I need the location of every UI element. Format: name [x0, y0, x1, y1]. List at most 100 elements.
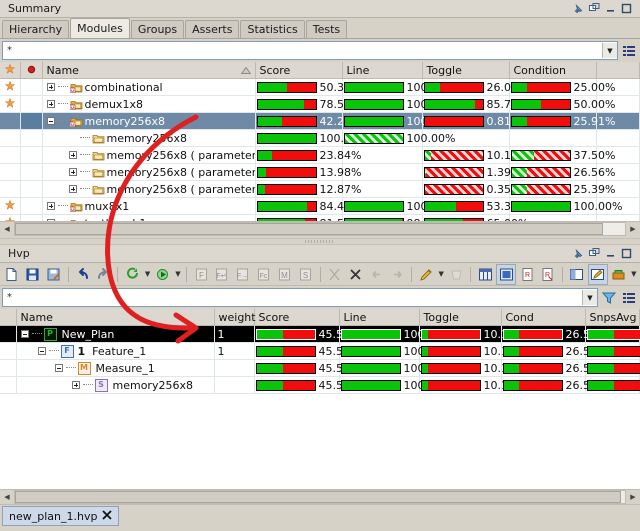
grid-view-button[interactable]	[475, 264, 495, 285]
hvp-scroll-thumb[interactable]	[15, 491, 621, 503]
row-name-cell[interactable]: P New_Plan	[16, 325, 215, 343]
pin-icon[interactable]	[573, 248, 584, 259]
row-flag-cell[interactable]	[20, 129, 43, 147]
list-icon[interactable]	[620, 289, 638, 307]
redo-button[interactable]	[94, 264, 114, 285]
row-flag-cell[interactable]	[20, 112, 43, 130]
table-row[interactable]: memory256x8 ( parameter p=1023 ) 12.87% 0.…	[0, 180, 640, 198]
tab-modules[interactable]: Modules	[70, 18, 130, 38]
row-flag-cell[interactable]	[20, 180, 43, 198]
row-flag-cell[interactable]	[20, 197, 43, 215]
hvp-hscrollbar[interactable]: ◀ ▶	[0, 489, 640, 504]
minimize-icon[interactable]	[605, 248, 616, 259]
column-header-weight[interactable]: weight	[214, 309, 256, 326]
row-name-cell[interactable]: Mmemory256x8	[42, 112, 256, 130]
column-header-flag[interactable]	[20, 62, 43, 79]
maximize-icon[interactable]	[621, 3, 632, 14]
chevron-down-icon[interactable]: ▼	[174, 265, 182, 284]
row-flag-cell[interactable]	[20, 78, 43, 96]
tab-tests[interactable]: Tests	[305, 20, 348, 38]
list-icon[interactable]	[620, 42, 638, 60]
chevron-down-icon[interactable]: ▼	[582, 290, 597, 305]
column-header-score[interactable]: Score	[255, 62, 343, 79]
summary-hscrollbar[interactable]: ◀ ▶	[0, 221, 640, 236]
chevron-down-icon[interactable]: ▼	[437, 265, 445, 284]
row-star-cell[interactable]	[0, 180, 21, 198]
table-row[interactable]: PNew_Plan145.58%100.0%10.19%26.56%45	[0, 325, 640, 343]
table-row[interactable]: memory256x8 ( parameter p=255 ) 13.98% 1.3…	[0, 163, 640, 181]
annotate-button[interactable]	[416, 264, 436, 285]
maximize-icon[interactable]	[621, 248, 632, 259]
star-icon[interactable]	[4, 199, 16, 210]
row-name-cell[interactable]: M Measure_1	[16, 359, 215, 377]
row-star-cell[interactable]	[0, 112, 21, 130]
scroll-right-icon[interactable]: ▶	[626, 490, 640, 504]
chevron-down-icon[interactable]: ▼	[602, 43, 617, 58]
run-button[interactable]	[153, 264, 173, 285]
table-row[interactable]: F1Feature_1145.58%100.0%10.19%26.56%45	[0, 342, 640, 360]
chevron-down-icon[interactable]: ▼	[143, 265, 151, 284]
report-a-button[interactable]: R	[517, 264, 537, 285]
expand-icon[interactable]	[46, 218, 56, 221]
column-header-cond[interactable]: Cond	[501, 309, 586, 326]
report-b-button[interactable]: R	[538, 264, 558, 285]
row-name-cell[interactable]: memory256x8 ( parameter p=255 )	[42, 163, 256, 181]
tab-asserts[interactable]: Asserts	[185, 20, 240, 38]
summary-filter-input[interactable]: * ▼	[2, 41, 618, 60]
plan-view-button[interactable]	[496, 263, 517, 285]
expand-icon[interactable]	[68, 184, 78, 194]
column-header-snpsavg[interactable]: SnpsAvg	[585, 309, 640, 326]
table-row[interactable]: Smemory256x845.58%100.0%10.19%26.56%45	[0, 376, 640, 394]
column-header-star[interactable]	[0, 62, 21, 79]
row-star-cell[interactable]	[0, 129, 21, 147]
star-icon[interactable]	[4, 97, 16, 108]
row-star-cell[interactable]	[0, 146, 21, 164]
close-icon[interactable]	[102, 509, 113, 523]
row-name-cell[interactable]: memory256x8	[42, 129, 256, 147]
edit-view-button[interactable]	[587, 263, 608, 285]
save-as-button[interactable]	[44, 264, 64, 285]
expand-icon[interactable]	[68, 150, 78, 160]
minimize-icon[interactable]	[605, 3, 616, 14]
column-header-score[interactable]: Score	[254, 309, 340, 326]
collapse-icon[interactable]	[46, 116, 56, 126]
hvp-filter-input[interactable]: * ▼	[2, 288, 598, 307]
scroll-left-icon[interactable]: ◀	[0, 222, 14, 236]
row-flag-cell[interactable]	[20, 95, 43, 113]
column-header-condition[interactable]: Condition	[509, 62, 597, 79]
row-flag-cell[interactable]	[20, 163, 43, 181]
save-button[interactable]	[23, 264, 43, 285]
undo-button[interactable]	[73, 264, 93, 285]
tab-groups[interactable]: Groups	[130, 20, 185, 38]
column-header-line[interactable]: Line	[342, 62, 423, 79]
row-name-cell[interactable]: Mmux8x1	[42, 197, 256, 215]
table-row[interactable]: memory256x8 100.00% 100.00%	[0, 129, 640, 147]
hvp-table-container[interactable]: Name weight Score Line Toggle Cond SnpsA…	[0, 309, 640, 489]
table-row[interactable]: Mcombinational50.36%100.00%26.09%25.00%	[0, 78, 640, 96]
refresh-button[interactable]	[122, 264, 142, 285]
summary-scroll-thumb[interactable]	[15, 223, 603, 235]
split-view-button[interactable]	[567, 264, 587, 285]
row-name-cell[interactable]: memory256x8 ( parameter p=31 )	[42, 146, 256, 164]
row-star-cell[interactable]	[0, 95, 21, 113]
column-header-toggle[interactable]: Toggle	[419, 309, 502, 326]
collapse-icon[interactable]	[54, 363, 64, 373]
expand-icon[interactable]	[46, 82, 56, 92]
row-star-cell[interactable]	[0, 163, 21, 181]
table-row[interactable]: Mmux8x184.44%100.00%53.33%100.00%	[0, 197, 640, 215]
export-button[interactable]	[609, 264, 629, 285]
column-header-name[interactable]: Name	[42, 62, 256, 79]
delete-x-button[interactable]	[345, 264, 365, 285]
collapse-icon[interactable]	[37, 346, 47, 356]
row-star-cell[interactable]	[0, 197, 21, 215]
scroll-right-icon[interactable]: ▶	[626, 222, 640, 236]
table-row[interactable]: Mdemux1x878.57%100.00%85.71%50.00%	[0, 95, 640, 113]
new-button[interactable]	[2, 264, 22, 285]
star-icon[interactable]	[4, 80, 16, 91]
tab-hierarchy[interactable]: Hierarchy	[2, 20, 70, 38]
expand-icon[interactable]	[71, 380, 81, 390]
column-header-name[interactable]: Name	[16, 309, 215, 326]
table-row[interactable]: Mmemory256x842.24%100.00%0.81%25.91%	[0, 112, 640, 130]
tab-statistics[interactable]: Statistics	[240, 20, 305, 38]
expand-icon[interactable]	[46, 99, 56, 109]
